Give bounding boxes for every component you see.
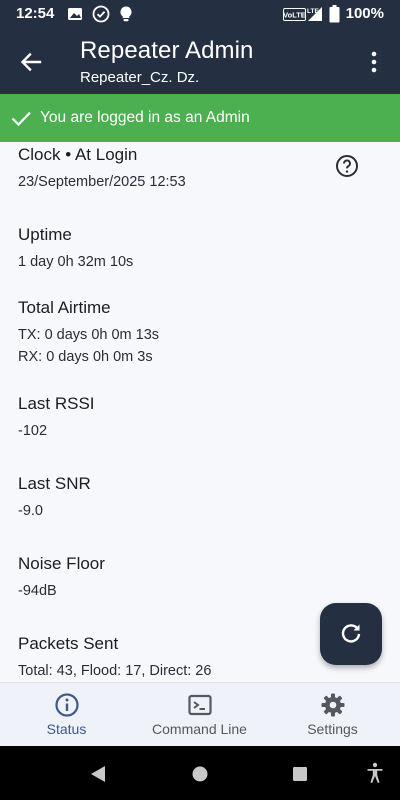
stat-value: 23/September/2025 12:53 — [18, 174, 186, 190]
battery-icon — [329, 5, 340, 23]
back-arrow-icon[interactable] — [18, 49, 44, 75]
stat-value: -102 — [18, 423, 48, 439]
recents-square-icon[interactable] — [292, 766, 308, 782]
system-nav-bar — [0, 746, 400, 800]
check-icon — [11, 111, 31, 127]
stat-value: -9.0 — [18, 503, 43, 519]
accessibility-icon[interactable] — [366, 762, 384, 784]
page-subtitle: Repeater_Cz. Dz. — [80, 69, 200, 86]
login-banner: You are logged in as an Admin — [0, 94, 400, 142]
help-icon[interactable] — [335, 154, 359, 178]
status-bar: 12:54 VoLTE LTE 100% — [0, 0, 400, 28]
terminal-icon — [188, 694, 212, 716]
image-icon — [68, 8, 82, 20]
battery-percent: 100% — [345, 5, 384, 22]
status-time: 12:54 — [16, 5, 55, 22]
stat-value: Total: 43, Flood: 17, Direct: 26 — [18, 663, 212, 679]
refresh-icon — [341, 624, 361, 643]
banner-text: You are logged in as an Admin — [40, 109, 250, 126]
refresh-button[interactable] — [320, 603, 382, 665]
stat-value-tx: TX: 0 days 0h 0m 13s — [18, 327, 160, 343]
nav-label: Settings — [307, 721, 358, 737]
stat-value: -94dB — [18, 583, 57, 599]
check-circle-icon — [92, 5, 110, 23]
page-title: Repeater Admin — [80, 37, 254, 64]
bottom-nav: Status Command Line Settings — [0, 682, 400, 746]
app-bar: Repeater Admin Repeater_Cz. Dz. — [0, 28, 400, 94]
stat-title: Packets Sent — [18, 634, 119, 653]
lightbulb-icon — [120, 6, 132, 22]
more-vert-icon[interactable] — [364, 49, 384, 75]
stat-title: Uptime — [18, 225, 72, 244]
nav-command-line[interactable]: Command Line — [133, 683, 266, 747]
stat-title: Clock • At Login — [18, 145, 138, 164]
stat-uptime: Uptime 1 day 0h 32m 10s — [18, 225, 133, 273]
stat-clock: Clock • At Login 23/September/2025 12:53 — [18, 145, 186, 193]
nav-settings[interactable]: Settings — [266, 683, 399, 747]
status-list: Clock • At Login 23/September/2025 12:53… — [0, 142, 400, 682]
back-triangle-icon[interactable] — [90, 765, 106, 783]
home-circle-icon[interactable] — [191, 765, 209, 783]
stat-noise-floor: Noise Floor -94dB — [18, 554, 105, 602]
lte-signal-icon — [308, 7, 322, 21]
gear-icon — [321, 693, 345, 717]
stat-title: Last SNR — [18, 474, 91, 493]
stat-value: 1 day 0h 32m 10s — [18, 254, 134, 270]
stat-title: Noise Floor — [18, 554, 105, 573]
nav-status[interactable]: Status — [0, 683, 133, 747]
nav-label: Command Line — [152, 721, 247, 737]
nav-label: Status — [46, 721, 87, 737]
stat-value-rx: RX: 0 days 0h 0m 3s — [18, 349, 153, 365]
stat-packets-sent: Packets Sent Total: 43, Flood: 17, Direc… — [18, 634, 211, 682]
volte-label: VoLTE — [283, 11, 306, 20]
stat-last-rssi: Last RSSI -102 — [18, 394, 95, 442]
stat-title: Last RSSI — [18, 394, 95, 413]
stat-last-snr: Last SNR -9.0 — [18, 474, 91, 522]
stat-total-airtime: Total Airtime TX: 0 days 0h 0m 13s RX: 0… — [18, 298, 159, 368]
stat-title: Total Airtime — [18, 298, 111, 317]
info-icon — [55, 693, 79, 717]
